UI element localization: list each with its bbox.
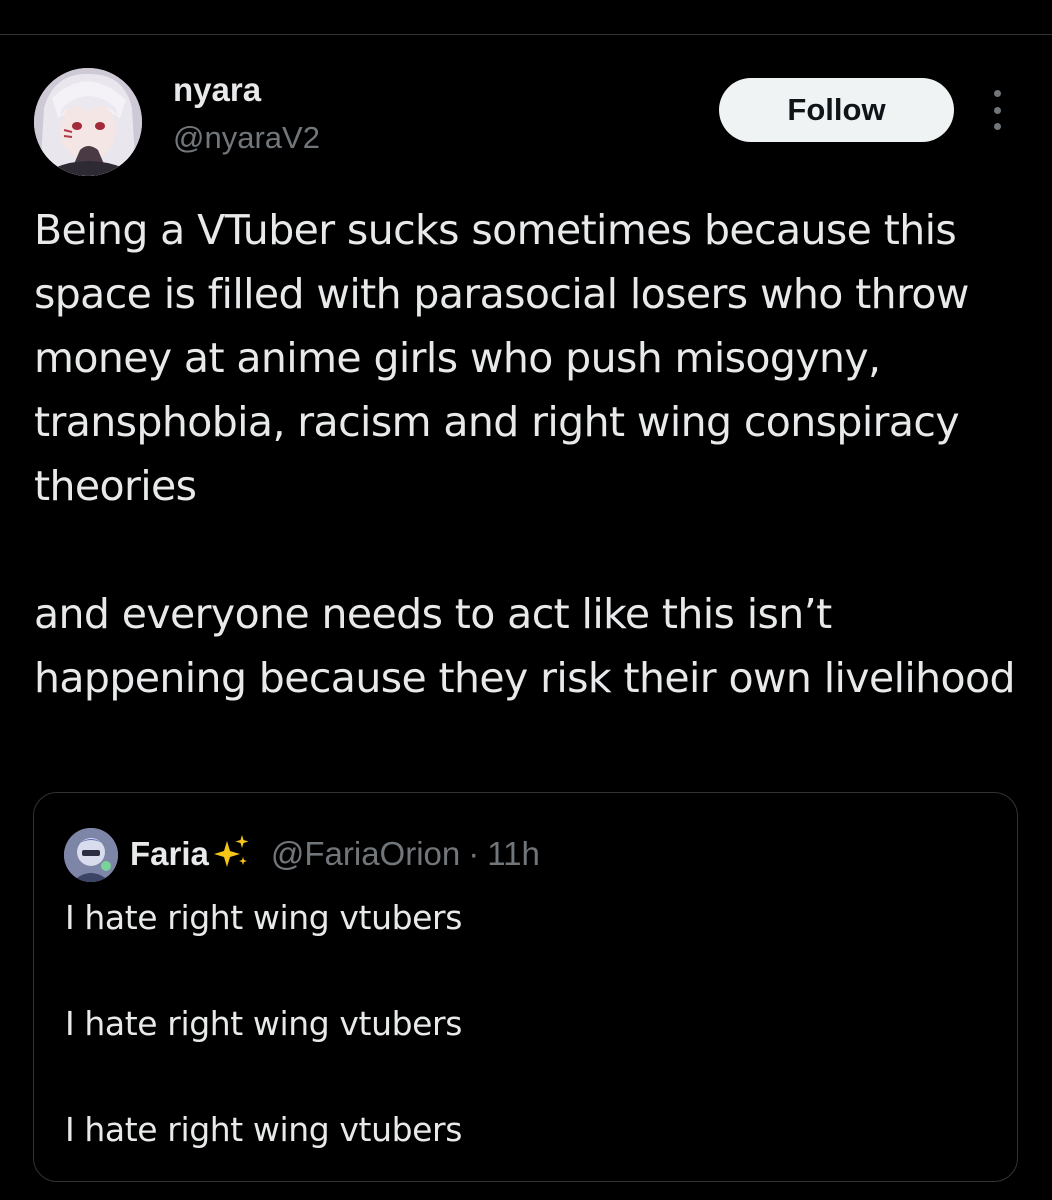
more-vertical-icon[interactable]: [982, 90, 1012, 130]
sparkles-icon: [211, 833, 251, 876]
tweet-paragraph: and everyone needs to act like this isn’…: [34, 590, 1016, 702]
quoted-author-name[interactable]: Faria: [130, 835, 209, 873]
quoted-author-avatar[interactable]: [64, 828, 118, 882]
quoted-tweet-time[interactable]: 11h: [487, 835, 540, 873]
tweet-text: Being a VTuber sucks sometimes because t…: [34, 198, 1024, 710]
quoted-tweet-text: I hate right wing vtubers I hate right w…: [65, 891, 995, 1156]
author-avatar[interactable]: [34, 68, 142, 176]
quoted-tweet-line: I hate right wing vtubers: [65, 1004, 463, 1043]
header-separator: ·: [468, 835, 480, 872]
follow-button[interactable]: Follow: [719, 78, 954, 142]
more-dot: [993, 106, 1001, 114]
avatar-vtuber-icon: [64, 828, 118, 882]
author-handle[interactable]: @nyaraV2: [173, 118, 320, 158]
quoted-author-handle[interactable]: @FariaOrion: [271, 835, 460, 873]
more-dot: [993, 123, 1001, 130]
quoted-tweet-header: Faria @FariaOrion · 11h: [130, 829, 540, 879]
more-dot: [993, 90, 1001, 97]
quoted-tweet-line: I hate right wing vtubers: [65, 1110, 463, 1149]
quoted-tweet-card[interactable]: Faria @FariaOrion · 11h I hate right win…: [33, 792, 1018, 1182]
tweet-paragraph: Being a VTuber sucks sometimes because t…: [34, 206, 969, 510]
top-divider: [0, 34, 1052, 35]
avatar-anime-girl-icon: [34, 68, 142, 176]
quoted-tweet-line: I hate right wing vtubers: [65, 898, 463, 937]
author-display-name[interactable]: nyara: [173, 70, 261, 110]
